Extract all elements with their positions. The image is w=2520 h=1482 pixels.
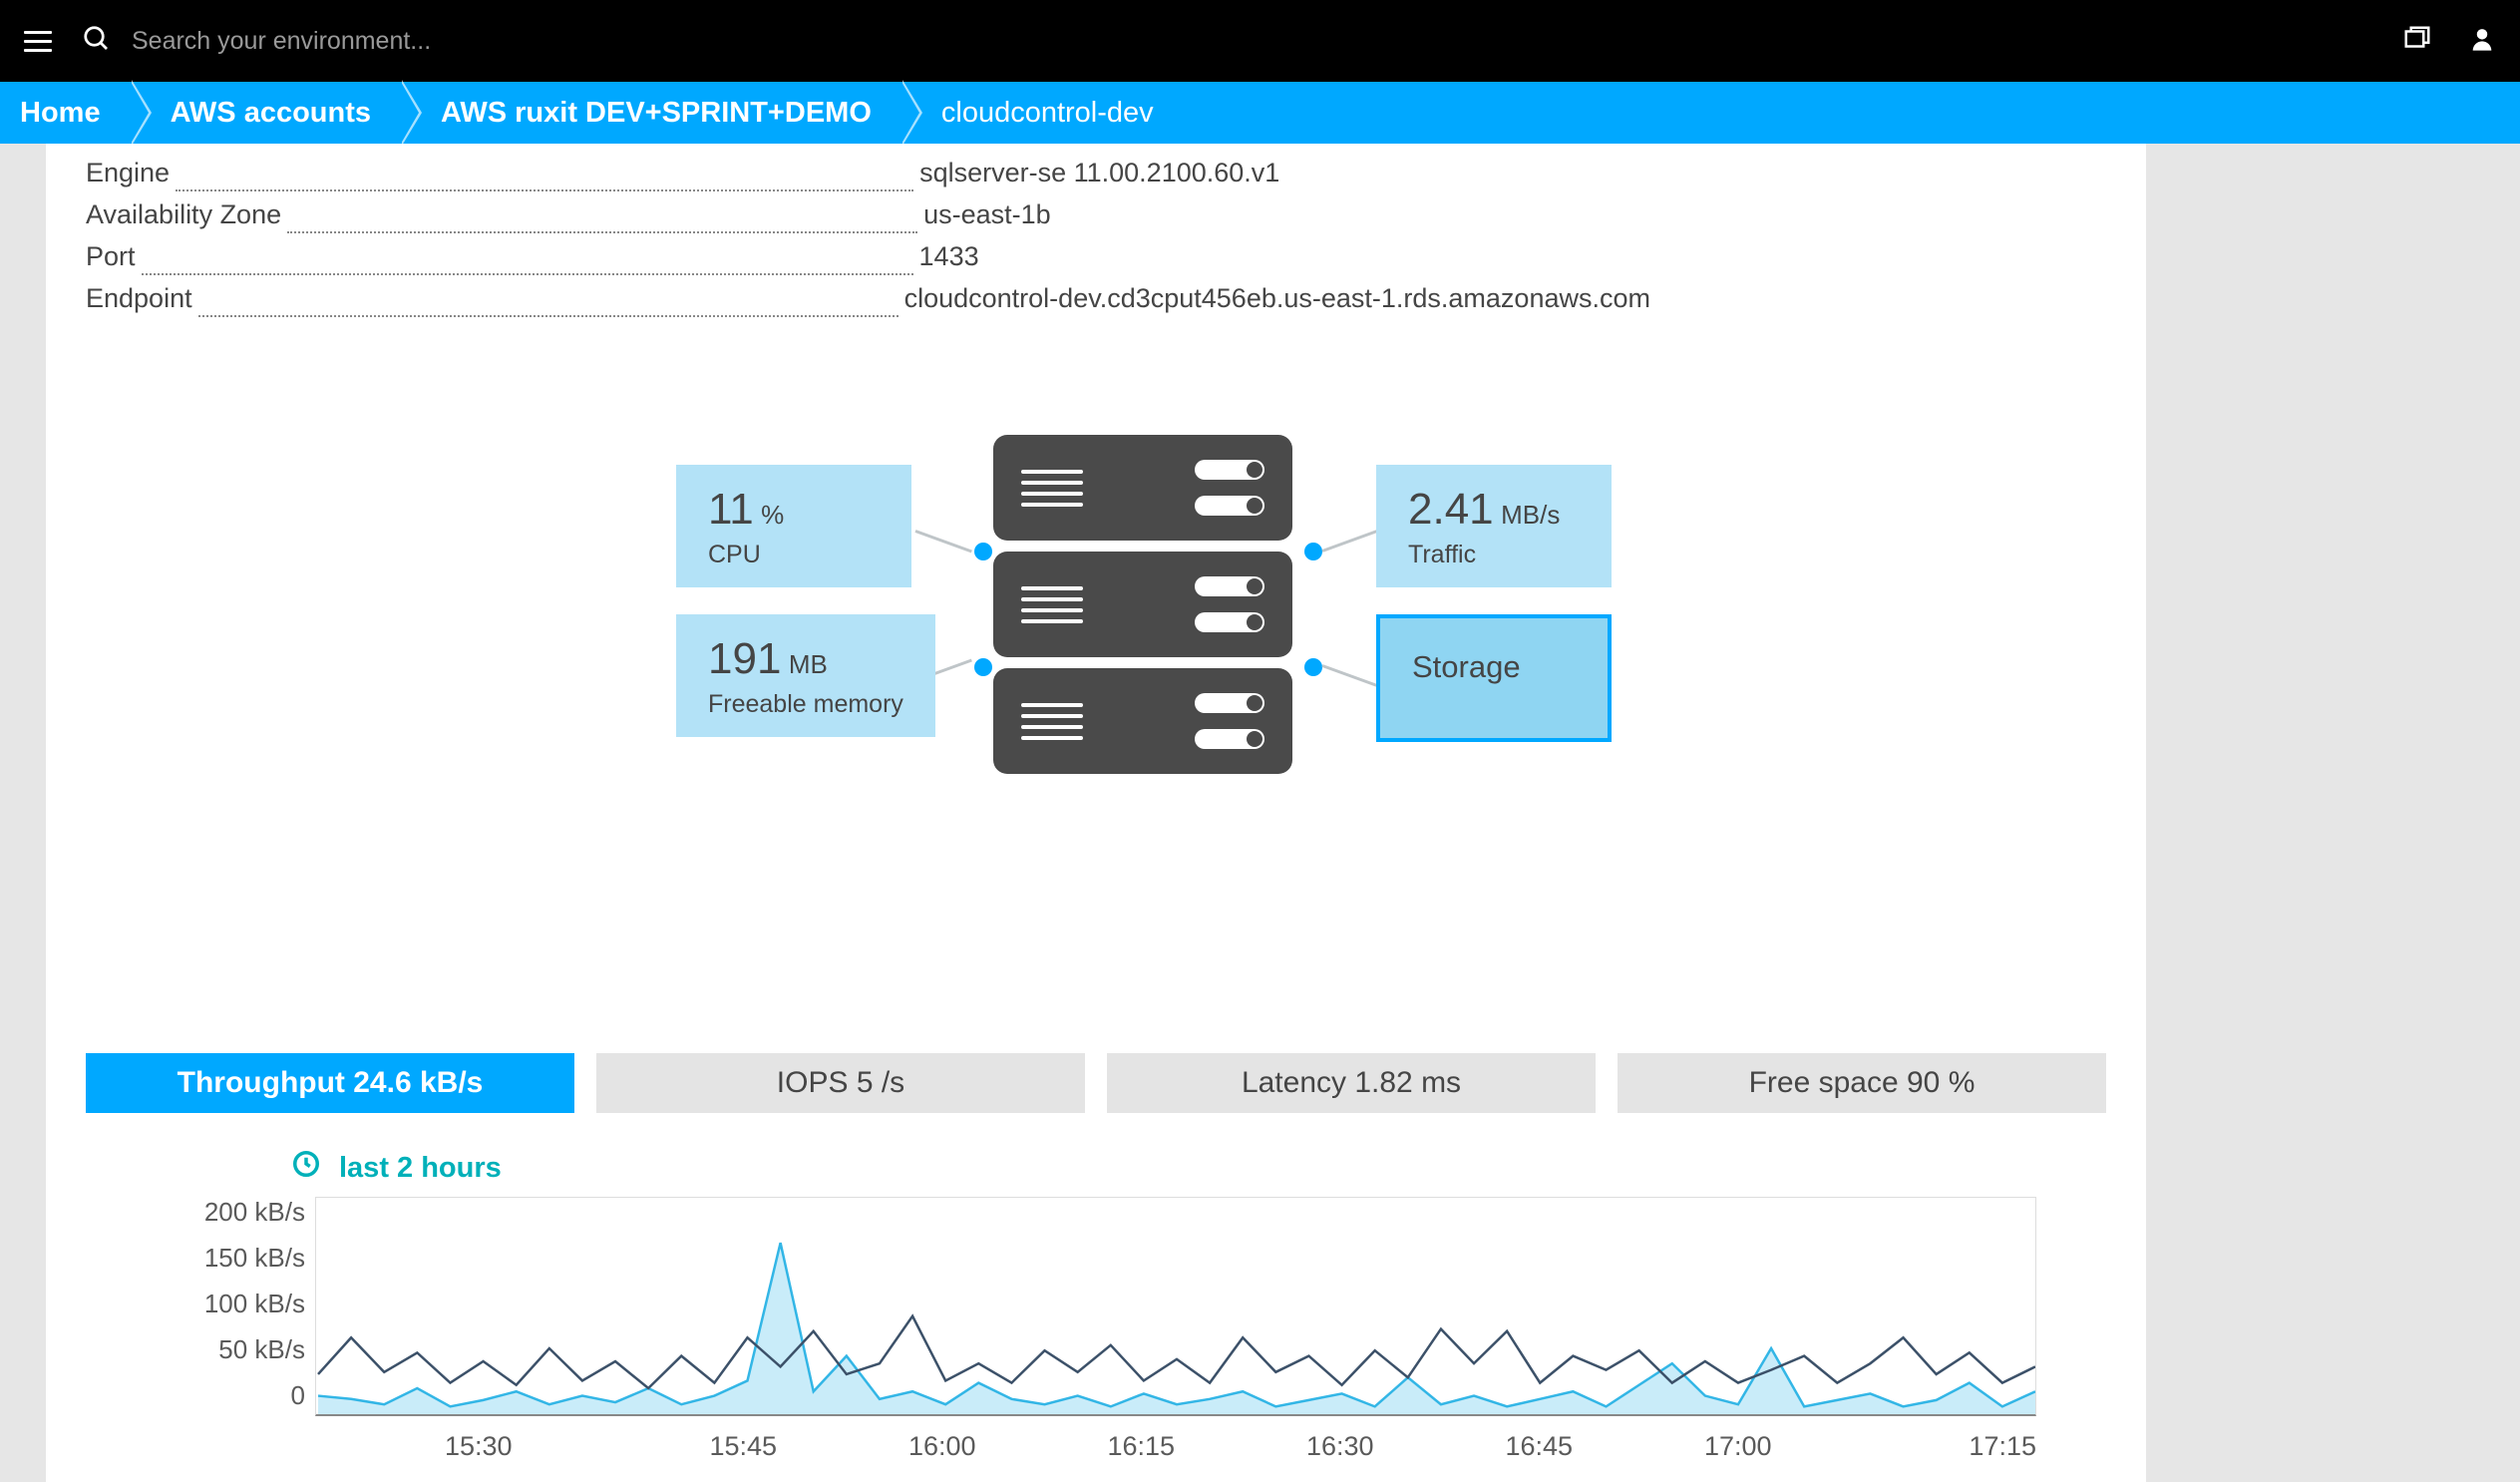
windows-icon[interactable]: [2402, 24, 2432, 59]
y-tick-label: 50 kB/s: [146, 1334, 305, 1364]
metric-tile-storage[interactable]: Storage: [1376, 614, 1612, 742]
tab-free-space[interactable]: Free space 90 %: [1618, 1053, 2106, 1113]
chart-x-axis: 15:3015:4516:0016:1516:3016:4517:0017:15: [315, 1431, 2036, 1462]
global-search: [82, 24, 2372, 59]
y-tick-label: 0: [146, 1380, 305, 1410]
tab-label: Latency 1.82 ms: [1242, 1066, 1461, 1100]
x-tick-label: 17:00: [1638, 1431, 1838, 1462]
resource-properties: Engine sqlserver-se 11.00.2100.60.v1 Ava…: [86, 144, 2106, 325]
y-tick-label: 200 kB/s: [146, 1197, 305, 1227]
prop-row-az: Availability Zone us-east-1b: [86, 199, 2106, 241]
x-tick-label: 16:00: [843, 1431, 1042, 1462]
breadcrumb-label: AWS accounts: [171, 97, 371, 130]
connector-line: [914, 530, 971, 553]
tile-unit: %: [761, 500, 784, 530]
breadcrumb-aws-accounts[interactable]: AWS accounts: [131, 82, 401, 144]
menu-hamburger-icon[interactable]: [24, 31, 52, 52]
breadcrumb: Home AWS accounts AWS ruxit DEV+SPRINT+D…: [0, 82, 2520, 144]
tile-value: 2.41: [1408, 485, 1494, 534]
time-range-selector[interactable]: last 2 hours: [291, 1149, 2106, 1187]
connector-dot: [974, 543, 992, 560]
server-stack-graphic: [993, 435, 1292, 774]
search-input[interactable]: [132, 27, 630, 56]
server-icon: [993, 552, 1292, 657]
tile-label: Storage: [1412, 649, 1576, 685]
prop-value-port: 1433: [919, 241, 979, 272]
breadcrumb-current: cloudcontrol-dev: [901, 82, 1184, 144]
prop-label: Engine: [86, 158, 170, 188]
metric-tile-memory[interactable]: 191 MB Freeable memory: [676, 614, 935, 737]
chart-canvas[interactable]: [315, 1197, 2036, 1416]
x-tick-label: 15:45: [644, 1431, 844, 1462]
tab-throughput[interactable]: Throughput 24.6 kB/s: [86, 1053, 574, 1113]
chart-y-axis: 200 kB/s 150 kB/s 100 kB/s 50 kB/s 0: [146, 1197, 305, 1410]
x-tick-label: 16:45: [1440, 1431, 1639, 1462]
throughput-chart: 200 kB/s 150 kB/s 100 kB/s 50 kB/s 0 15:3015…: [146, 1197, 2106, 1462]
prop-value-az: us-east-1b: [923, 199, 1051, 230]
connector-line: [1321, 664, 1378, 687]
prop-label: Availability Zone: [86, 199, 281, 230]
prop-value-engine: sqlserver-se 11.00.2100.60.v1: [919, 158, 1279, 188]
main-panel: Engine sqlserver-se 11.00.2100.60.v1 Ava…: [46, 144, 2146, 1482]
connector-dot: [974, 658, 992, 676]
metric-tabs: Throughput 24.6 kB/s IOPS 5 /s Latency 1…: [86, 1053, 2106, 1113]
tile-label: CPU: [708, 541, 880, 569]
tab-iops[interactable]: IOPS 5 /s: [596, 1053, 1085, 1113]
prop-value-endpoint: cloudcontrol-dev.cd3cput456eb.us-east-1.…: [904, 283, 1650, 314]
tab-label: Free space 90 %: [1749, 1066, 1976, 1100]
tile-label: Freeable memory: [708, 690, 903, 719]
server-icon: [993, 435, 1292, 541]
global-top-bar: [0, 0, 2520, 82]
tab-latency[interactable]: Latency 1.82 ms: [1107, 1053, 1596, 1113]
connector-dot: [1304, 543, 1322, 560]
resource-infographic: 11 % CPU 191 MB Freeable memory 2.41 MB/…: [86, 405, 2106, 993]
tab-label: IOPS 5 /s: [777, 1066, 904, 1100]
breadcrumb-label: Home: [20, 97, 101, 130]
connector-line: [1321, 530, 1378, 553]
prop-row-port: Port 1433: [86, 241, 2106, 283]
tile-label: Traffic: [1408, 541, 1580, 569]
metric-tile-cpu[interactable]: 11 % CPU: [676, 465, 911, 587]
tab-label: Throughput 24.6 kB/s: [178, 1066, 484, 1100]
tile-value: 11: [708, 485, 754, 534]
x-tick-label: 16:30: [1241, 1431, 1440, 1462]
tile-value: 191: [708, 634, 781, 683]
x-tick-label: 17:15: [1838, 1431, 2037, 1462]
tile-unit: MB/s: [1501, 500, 1560, 530]
x-tick-label: 15:30: [315, 1431, 644, 1462]
breadcrumb-label: AWS ruxit DEV+SPRINT+DEMO: [441, 97, 872, 130]
breadcrumb-label: cloudcontrol-dev: [941, 97, 1154, 130]
prop-row-endpoint: Endpoint cloudcontrol-dev.cd3cput456eb.u…: [86, 283, 2106, 325]
y-tick-label: 100 kB/s: [146, 1289, 305, 1318]
metric-tile-traffic[interactable]: 2.41 MB/s Traffic: [1376, 465, 1612, 587]
connector-dot: [1304, 658, 1322, 676]
prop-row-engine: Engine sqlserver-se 11.00.2100.60.v1: [86, 158, 2106, 199]
breadcrumb-aws-ruxit[interactable]: AWS ruxit DEV+SPRINT+DEMO: [401, 82, 901, 144]
server-icon: [993, 668, 1292, 774]
topbar-right-icons: [2402, 24, 2496, 59]
user-icon[interactable]: [2468, 25, 2496, 58]
prop-label: Endpoint: [86, 283, 192, 314]
search-icon: [82, 24, 112, 59]
x-tick-label: 16:15: [1042, 1431, 1242, 1462]
prop-label: Port: [86, 241, 136, 272]
clock-icon: [291, 1149, 321, 1187]
breadcrumb-home[interactable]: Home: [0, 82, 131, 144]
y-tick-label: 150 kB/s: [146, 1243, 305, 1273]
time-range-label: last 2 hours: [339, 1152, 502, 1185]
tile-unit: MB: [789, 649, 828, 679]
